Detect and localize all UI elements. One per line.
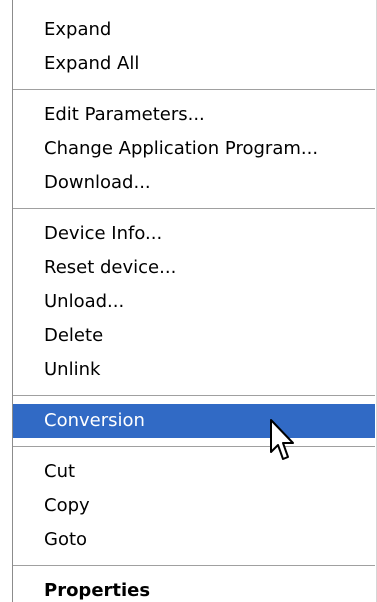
menu-separator	[13, 387, 375, 404]
menu-list: Expand Expand All Edit Parameters... Cha…	[13, 13, 375, 602]
menu-separator	[13, 557, 375, 574]
menu-item-goto[interactable]: Goto	[13, 523, 375, 557]
menu-item-copy[interactable]: Copy	[13, 489, 375, 523]
menu-item-properties[interactable]: Properties	[13, 574, 375, 602]
menu-item-download[interactable]: Download...	[13, 166, 375, 200]
menu-item-expand-all[interactable]: Expand All	[13, 47, 375, 81]
menu-item-expand[interactable]: Expand	[13, 13, 375, 47]
menu-item-conversion[interactable]: Conversion	[13, 404, 375, 438]
menu-item-unload[interactable]: Unload...	[13, 285, 375, 319]
menu-item-unlink[interactable]: Unlink	[13, 353, 375, 387]
menu-item-edit-parameters[interactable]: Edit Parameters...	[13, 98, 375, 132]
menu-item-cut[interactable]: Cut	[13, 455, 375, 489]
menu-separator	[13, 81, 375, 98]
menu-item-change-application-program[interactable]: Change Application Program...	[13, 132, 375, 166]
context-menu: Expand Expand All Edit Parameters... Cha…	[0, 0, 377, 602]
menu-item-delete[interactable]: Delete	[13, 319, 375, 353]
menu-item-device-info[interactable]: Device Info...	[13, 217, 375, 251]
menu-item-reset-device[interactable]: Reset device...	[13, 251, 375, 285]
menu-separator	[13, 200, 375, 217]
menu-separator	[13, 438, 375, 455]
